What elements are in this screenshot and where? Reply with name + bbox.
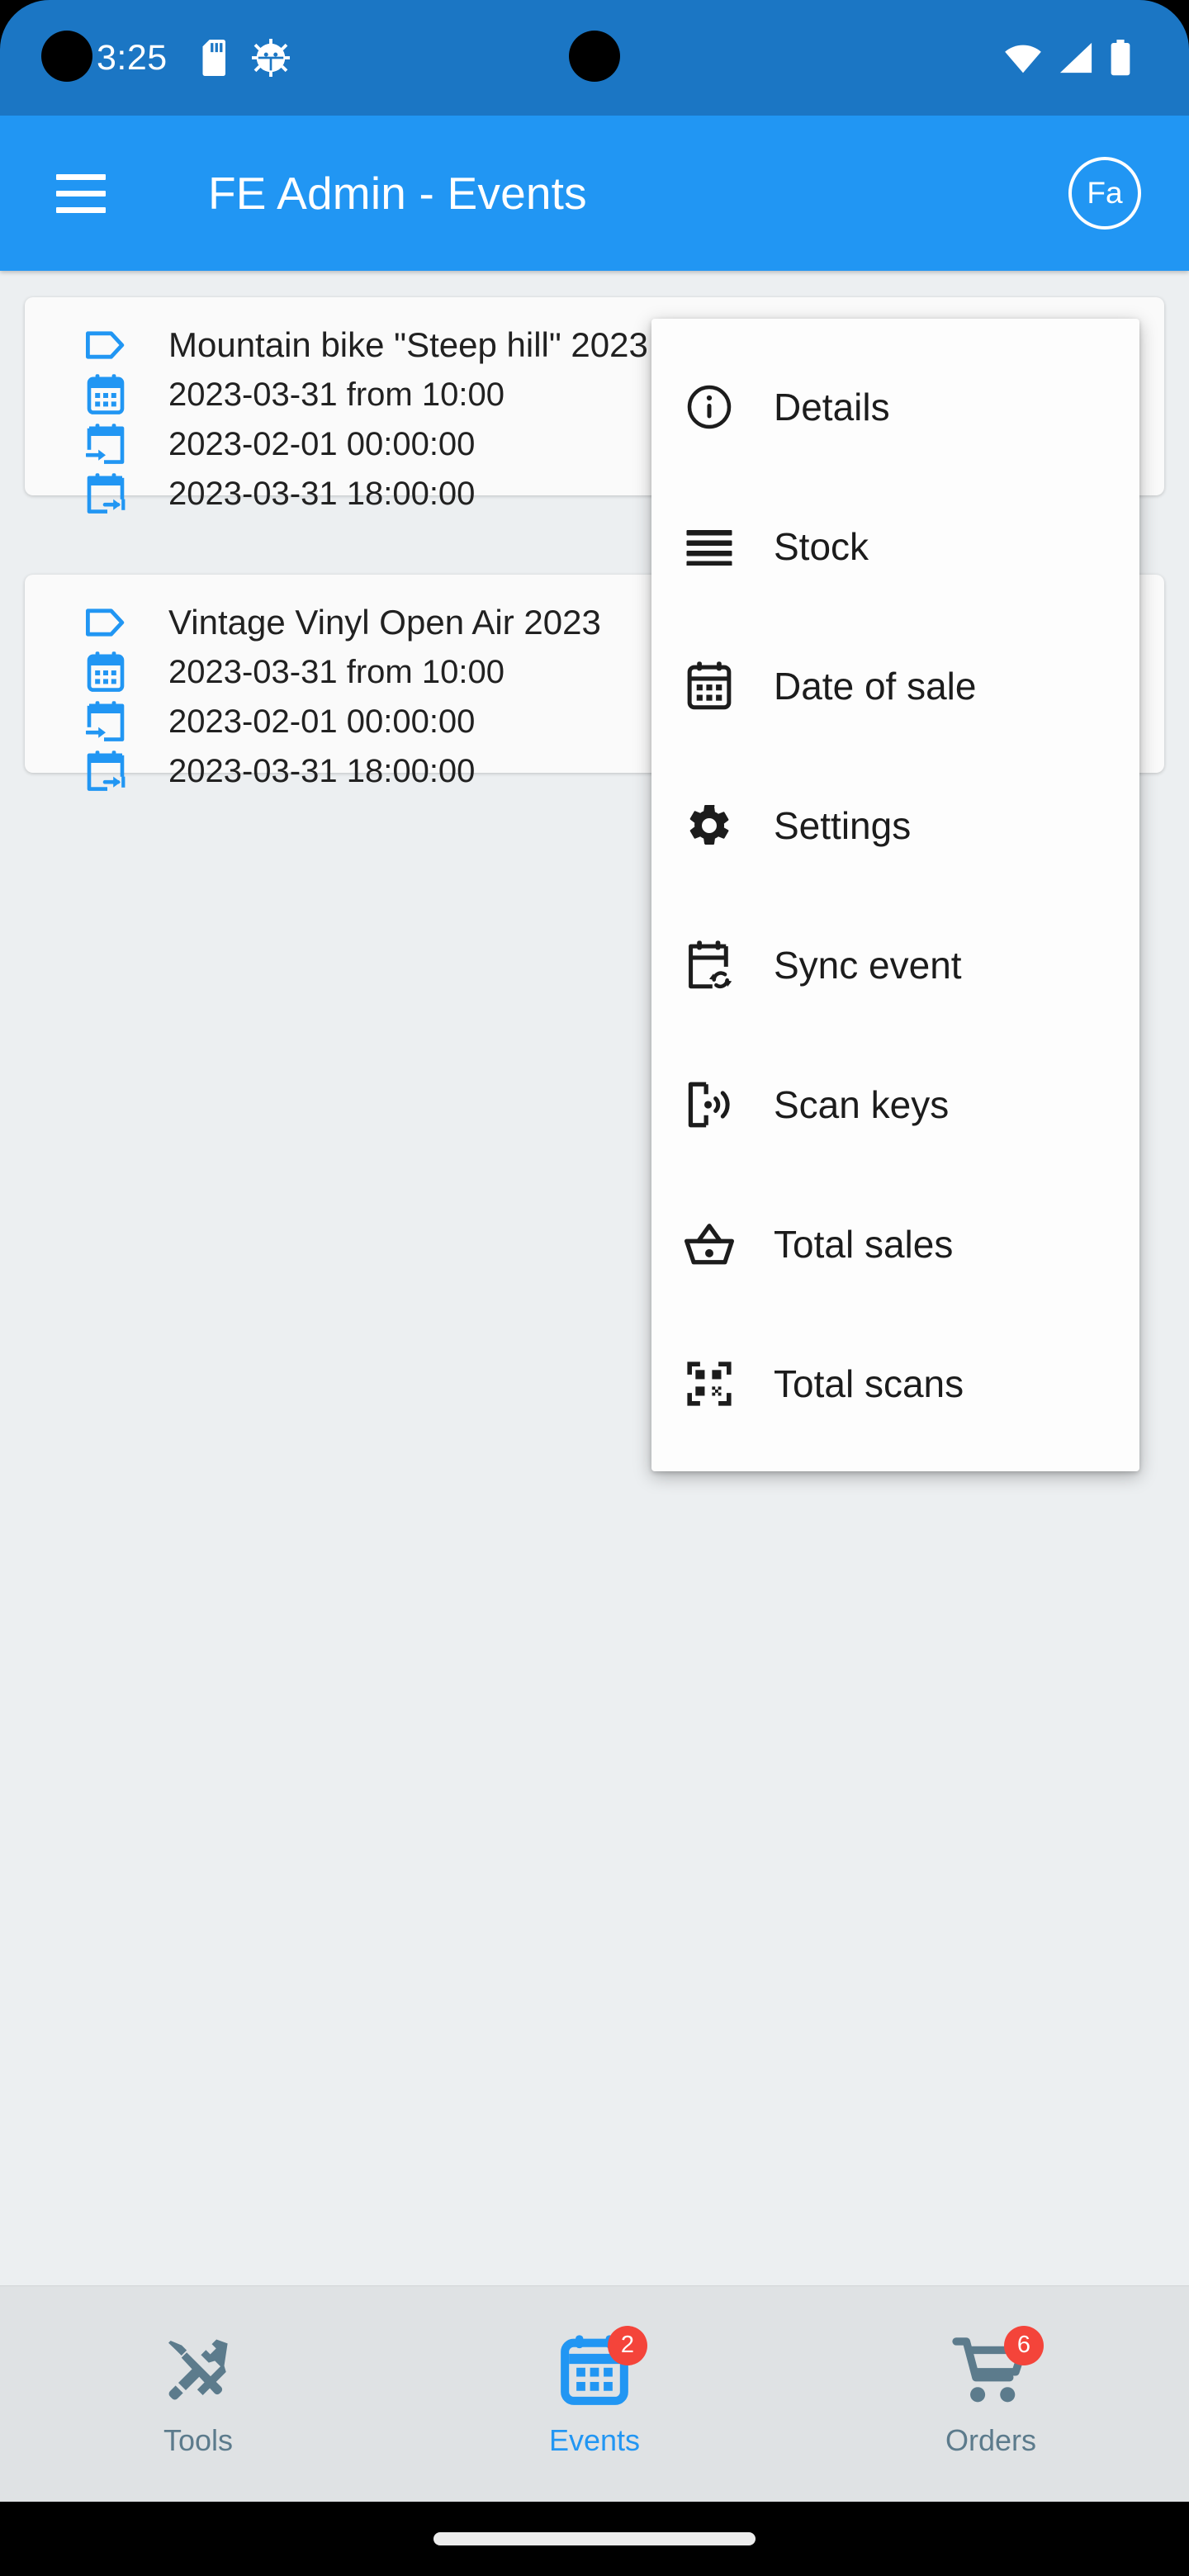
sale-start: 2023-02-01 00:00:00 [168,426,475,463]
status-badge: 2 [608,2326,647,2365]
sale-end: 2023-03-31 18:00:00 [168,476,475,513]
status-bar-right-icons [1004,0,1131,116]
hamburger-menu-icon[interactable] [51,163,111,223]
calendar-start-icon [83,421,129,467]
info-circle-icon [683,381,736,433]
tag-icon [83,599,129,646]
home-indicator[interactable] [433,2532,756,2545]
event-date: 2023-03-31 from 10:00 [168,376,504,414]
nav-tab-label: Orders [945,2423,1036,2458]
avatar[interactable]: Fa [1068,157,1141,230]
phone-screen: 3:25 [0,0,1189,2576]
menu-item-sync-event[interactable]: Sync event [651,895,1139,1035]
camera-cutout-center [569,31,620,82]
cart-icon: 6 [951,2331,1030,2410]
menu-item-label: Sync event [774,943,962,987]
calendar-icon [83,649,129,695]
event-date: 2023-03-31 from 10:00 [168,654,504,691]
menu-item-details[interactable]: Details [651,337,1139,476]
calendar-icon [683,660,736,713]
camera-cutout-left [41,31,92,82]
menu-item-settings[interactable]: Settings [651,755,1139,895]
calendar-end-icon [83,748,129,794]
menu-item-label: Stock [774,524,869,569]
nav-tab-events[interactable]: 2 Events [396,2286,793,2502]
qr-code-icon [683,1357,736,1410]
nfc-scan-icon [683,1078,736,1131]
calendar-start-icon [83,698,129,745]
menu-item-total-scans[interactable]: Total scans [651,1314,1139,1453]
battery-icon [1110,40,1131,76]
calendar-icon: 2 [555,2331,634,2410]
sd-card-icon [202,40,230,76]
basket-icon [683,1218,736,1271]
status-bar-left-icons [202,0,290,116]
app-bar: FE Admin - Events Fa [0,116,1189,271]
menu-item-label: Date of sale [774,664,976,708]
menu-item-label: Scan keys [774,1082,949,1127]
menu-item-date-of-sale[interactable]: Date of sale [651,616,1139,755]
calendar-icon [83,372,129,418]
wifi-icon [1004,41,1042,74]
cellular-signal-icon [1059,41,1093,74]
nav-tab-tools[interactable]: Tools [0,2286,396,2502]
menu-item-total-sales[interactable]: Total sales [651,1174,1139,1314]
sale-start: 2023-02-01 00:00:00 [168,703,475,741]
menu-item-stock[interactable]: Stock [651,476,1139,616]
status-bar: 3:25 [0,0,1189,116]
status-badge: 6 [1004,2326,1044,2365]
menu-item-label: Details [774,385,890,429]
list-lines-icon [683,520,736,573]
event-name: Mountain bike "Steep hill" 2023 [168,325,648,365]
menu-item-label: Settings [774,803,911,848]
gear-icon [683,799,736,852]
tools-icon [159,2331,238,2410]
event-name: Vintage Vinyl Open Air 2023 [168,603,601,642]
nav-tab-label: Tools [163,2423,233,2458]
bottom-navigation: Tools 2 Events [0,2285,1189,2502]
context-menu: Details Stock [651,319,1139,1471]
page-title: FE Admin - Events [208,167,587,220]
status-bar-clock: 3:25 [97,0,168,116]
menu-item-label: Total sales [774,1222,953,1267]
avatar-initials: Fa [1087,176,1122,211]
android-bug-icon [252,39,290,77]
calendar-sync-icon [683,939,736,992]
tag-icon [83,322,129,368]
menu-item-label: Total scans [774,1361,964,1406]
menu-item-scan-keys[interactable]: Scan keys [651,1035,1139,1174]
sale-end: 2023-03-31 18:00:00 [168,753,475,790]
nav-tab-label: Events [549,2423,640,2458]
calendar-end-icon [83,471,129,517]
gesture-navigation-bar [0,2502,1189,2576]
nav-tab-orders[interactable]: 6 Orders [793,2286,1189,2502]
